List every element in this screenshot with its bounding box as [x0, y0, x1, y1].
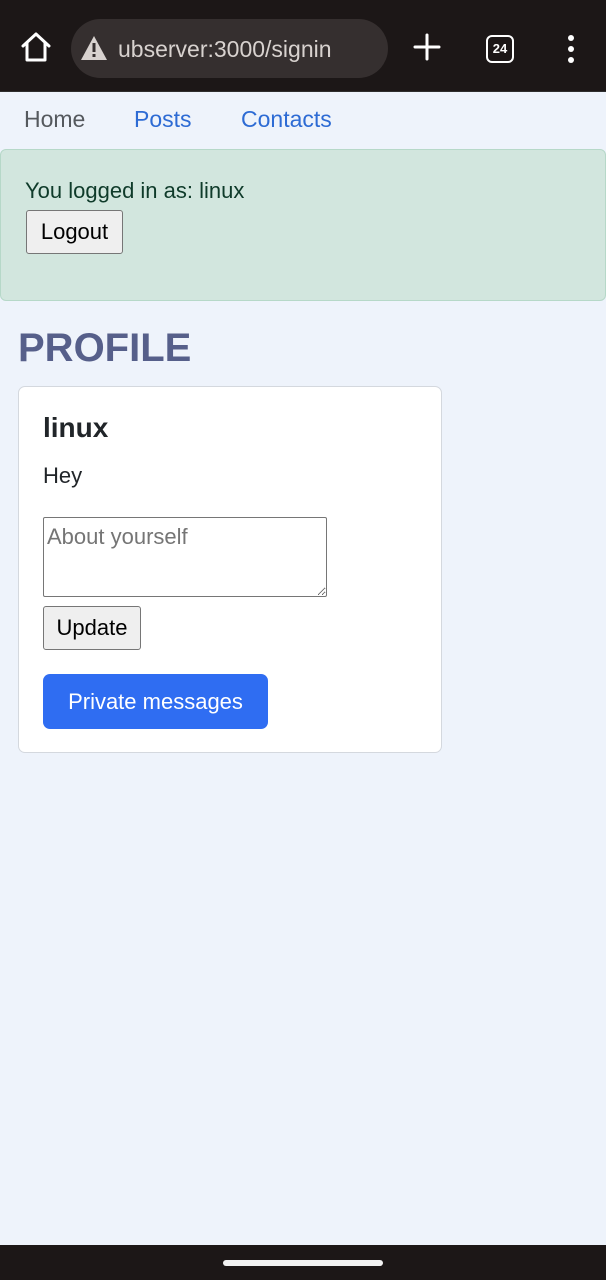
more-vertical-icon[interactable] [556, 28, 586, 68]
login-status-alert: You logged in as: linux Logout [0, 149, 606, 301]
page-title: PROFILE [18, 326, 192, 370]
profile-card: linux Hey Update Private messages [18, 386, 442, 753]
private-messages-button[interactable]: Private messages [43, 674, 268, 729]
nav-home-link[interactable]: Home [24, 105, 85, 133]
plus-icon[interactable] [408, 28, 446, 66]
nav-posts-link[interactable]: Posts [134, 105, 192, 133]
update-button[interactable]: Update [43, 606, 141, 650]
home-icon[interactable] [16, 28, 56, 68]
site-nav: Home Posts Contacts [0, 91, 606, 148]
tab-switcher-button[interactable]: 24 [486, 35, 514, 63]
address-bar[interactable]: ubserver:3000/signin [71, 19, 388, 78]
gesture-handle[interactable] [223, 1260, 383, 1266]
logout-button[interactable]: Logout [26, 210, 123, 254]
login-status-text: You logged in as: linux [25, 178, 245, 203]
url-text[interactable]: ubserver:3000/signin [118, 34, 332, 64]
warning-icon[interactable] [79, 34, 109, 62]
nav-contacts-link[interactable]: Contacts [241, 105, 332, 133]
browser-toolbar: ubserver:3000/signin 24 [0, 0, 606, 91]
system-gesture-bar [0, 1245, 606, 1280]
profile-username: linux [43, 412, 109, 443]
about-yourself-input[interactable] [43, 517, 327, 597]
profile-bio: Hey [43, 463, 83, 488]
